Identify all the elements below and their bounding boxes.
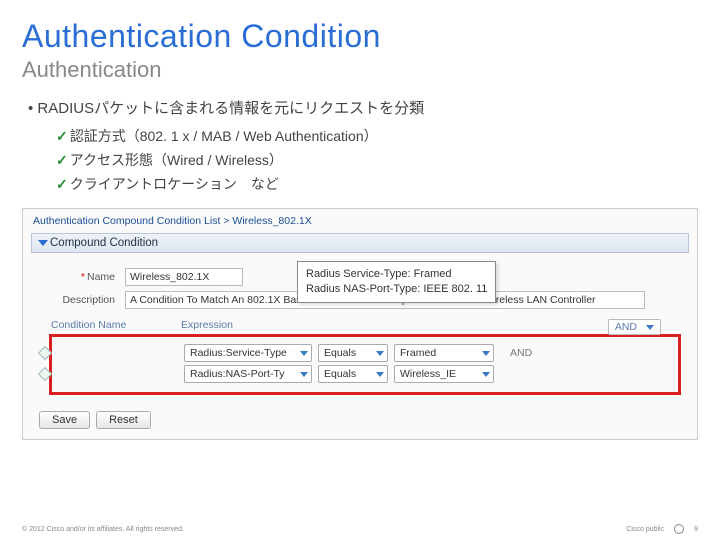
save-button[interactable]: Save [39,411,90,429]
brand-text: Cisco public [626,526,664,533]
operator-select[interactable]: Equals [318,365,388,383]
bullet-sub-1: ✓認証方式（802. 1 x / MAB / Web Authenticatio… [56,126,698,146]
chevron-down-icon [482,351,490,356]
section-title: Compound Condition [50,237,158,249]
attribute-select[interactable]: Radius:Service-Type [184,344,312,362]
chevron-down-icon [300,351,308,356]
logic-operator-select[interactable]: AND [608,319,661,335]
attribute-select[interactable]: Radius:NAS-Port-Ty [184,365,312,383]
chevron-down-icon [482,372,490,377]
collapse-icon[interactable] [38,240,48,246]
name-label: *Name [47,271,125,283]
bullet-main: RADIUSパケットに含まれる情報を元にリクエストを分類 [28,97,698,118]
condition-handle-icon[interactable] [38,346,52,360]
operator-select[interactable]: Equals [318,344,388,362]
chevron-down-icon [300,372,308,377]
row-logic-label: AND [510,347,532,359]
chevron-down-icon [646,325,654,330]
check-icon: ✓ [56,176,68,192]
highlighted-conditions: Radius:Service-Type Equals Framed AND Ra… [49,334,681,395]
value-select[interactable]: Framed [394,344,494,362]
chevron-down-icon [376,372,384,377]
tooltip-callout: Radius Service-Type: Framed Radius NAS-P… [297,261,496,303]
description-label: Description [47,294,125,306]
col-header-expression: Expression [181,319,681,331]
bullet-sub-3: ✓クライアントロケーション など [56,174,698,194]
chevron-down-icon [376,351,384,356]
breadcrumb[interactable]: Authentication Compound Condition List >… [23,209,697,229]
condition-row: Radius:Service-Type Equals Framed AND [58,344,672,362]
slide-footer: © 2012 Cisco and/or its affiliates. All … [22,524,698,534]
section-header[interactable]: Compound Condition [31,233,689,253]
slide-subtitle: Authentication [22,57,698,83]
check-icon: ✓ [56,152,68,168]
globe-icon [674,524,684,534]
check-icon: ✓ [56,128,68,144]
slide-title: Authentication Condition [22,18,698,55]
condition-panel: Authentication Compound Condition List >… [22,208,698,440]
condition-handle-icon[interactable] [38,367,52,381]
condition-row: Radius:NAS-Port-Ty Equals Wireless_IE [58,365,672,383]
col-header-condition-name: Condition Name [51,319,177,331]
bullet-sub-2: ✓アクセス形態（Wired / Wireless） [56,150,698,170]
reset-button[interactable]: Reset [96,411,151,429]
name-input[interactable] [125,268,243,286]
page-number: 9 [694,526,698,533]
value-select[interactable]: Wireless_IE [394,365,494,383]
copyright-text: © 2012 Cisco and/or its affiliates. All … [22,526,184,533]
